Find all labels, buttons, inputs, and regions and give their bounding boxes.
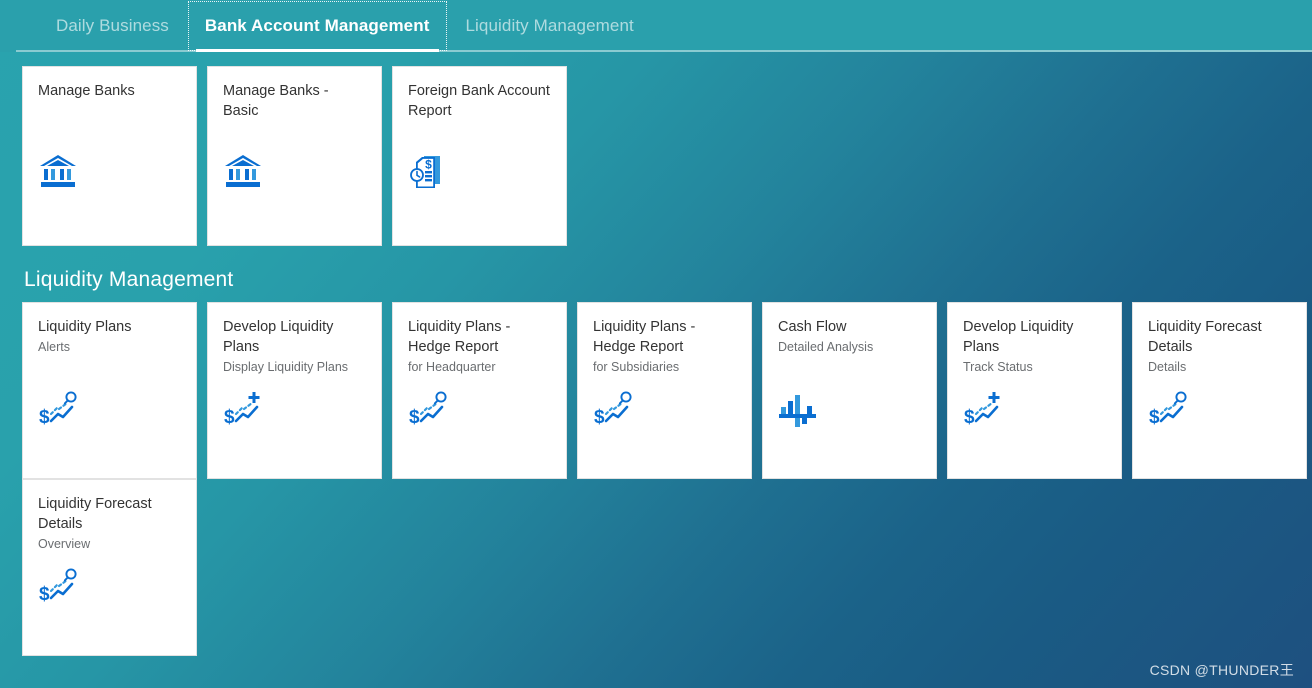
tile-group-title: Liquidity Management: [24, 268, 234, 291]
tab-bar: Daily Business Bank Account Management Liq…: [0, 0, 1312, 52]
tile-title: Manage Banks: [38, 83, 135, 99]
svg-text:$: $: [594, 407, 605, 428]
bank-icon: [38, 153, 80, 193]
tile-subtitle: for Subsidiaries: [593, 360, 680, 374]
tile-cash-flow[interactable]: Cash Flow Detailed Analysis: [762, 302, 937, 479]
tab-bank-account-management[interactable]: Bank Account Management: [187, 0, 448, 52]
bar-chart-icon: [778, 390, 820, 430]
svg-text:$: $: [409, 407, 420, 428]
tile-subtitle: Details: [1148, 360, 1187, 374]
tile-subtitle: Alerts: [38, 340, 70, 354]
tile-subtitle: Overview: [38, 537, 91, 551]
tile-title: Foreign Bank Account Report: [408, 83, 550, 119]
tab-list: Daily Business Bank Account Management Liq…: [0, 0, 1312, 52]
tile-row: Liquidity Plans Alerts $ Develop Liquidit…: [0, 302, 1312, 479]
money-trend-search-icon: $: [408, 390, 450, 430]
money-trend-search-icon: $: [38, 390, 80, 430]
tile-subtitle: for Headquarter: [408, 360, 496, 374]
tile-title: Liquidity Plans - Hedge Report: [408, 319, 511, 355]
launchpad-root: Bank Account Management Daily BusinessBa…: [0, 0, 1312, 688]
svg-text:$: $: [224, 407, 235, 428]
tile-title: Liquidity Forecast Details: [38, 496, 152, 532]
tab-liquidity-management[interactable]: Liquidity Management: [448, 0, 652, 52]
money-trend-search-icon: $: [593, 390, 635, 430]
svg-text:$: $: [39, 584, 50, 605]
tile-content-area: Manage Banks Manage Banks - Basic Foreig…: [0, 52, 1312, 656]
tile-develop-liquidity-plans[interactable]: Develop Liquidity Plans Track Status $: [947, 302, 1122, 479]
money-trend-search-icon: $: [1148, 390, 1190, 430]
tile-liquidity-plans[interactable]: Liquidity Plans Alerts $: [22, 302, 197, 479]
tile-subtitle: Track Status: [963, 360, 1033, 374]
tab-daily-business[interactable]: Daily Business: [38, 0, 187, 52]
tile-foreign-bank-account-report[interactable]: Foreign Bank Account Report $: [392, 66, 567, 246]
tile-title: Liquidity Forecast Details: [1148, 319, 1262, 355]
tile-row: Liquidity Forecast Details Overview $: [0, 479, 1312, 656]
tile-title: Develop Liquidity Plans: [963, 319, 1074, 355]
tile-liquidity-forecast-details[interactable]: Liquidity Forecast Details Overview $: [22, 479, 197, 656]
svg-text:$: $: [39, 407, 50, 428]
document-money-clock-icon: $: [408, 153, 450, 193]
svg-text:$: $: [425, 158, 432, 172]
tile-liquidity-plans-hedge-report[interactable]: Liquidity Plans - Hedge Report for Headqu…: [392, 302, 567, 479]
svg-text:$: $: [964, 407, 975, 428]
tile-title: Manage Banks - Basic: [223, 83, 329, 119]
tile-group: Liquidity Management Liquidity Plans Alert…: [0, 246, 1312, 656]
money-trend-plus-icon: $: [223, 390, 265, 430]
money-trend-search-icon: $: [38, 567, 80, 607]
tile-title: Liquidity Plans: [38, 319, 132, 335]
tile-title: Develop Liquidity Plans: [223, 319, 334, 355]
tile-subtitle: Detailed Analysis: [778, 340, 874, 354]
money-trend-plus-icon: $: [963, 390, 1005, 430]
tile-subtitle: Display Liquidity Plans: [223, 360, 349, 374]
tile-group: Manage Banks Manage Banks - Basic Foreig…: [0, 52, 1312, 246]
tile-row: Manage Banks Manage Banks - Basic Foreig…: [0, 52, 1312, 246]
tile-title: Cash Flow: [778, 319, 847, 335]
tile-liquidity-plans-hedge-report[interactable]: Liquidity Plans - Hedge Report for Subsid…: [577, 302, 752, 479]
tile-title: Liquidity Plans - Hedge Report: [593, 319, 696, 355]
watermark: CSDN @THUNDER王: [1149, 662, 1294, 678]
tile-liquidity-forecast-details[interactable]: Liquidity Forecast Details Details $: [1132, 302, 1307, 479]
tile-manage-banks[interactable]: Manage Banks: [22, 66, 197, 246]
bank-icon: [223, 153, 265, 193]
tile-manage-banks-basic[interactable]: Manage Banks - Basic: [207, 66, 382, 246]
tile-develop-liquidity-plans[interactable]: Develop Liquidity Plans Display Liquidity…: [207, 302, 382, 479]
svg-text:$: $: [1149, 407, 1160, 428]
